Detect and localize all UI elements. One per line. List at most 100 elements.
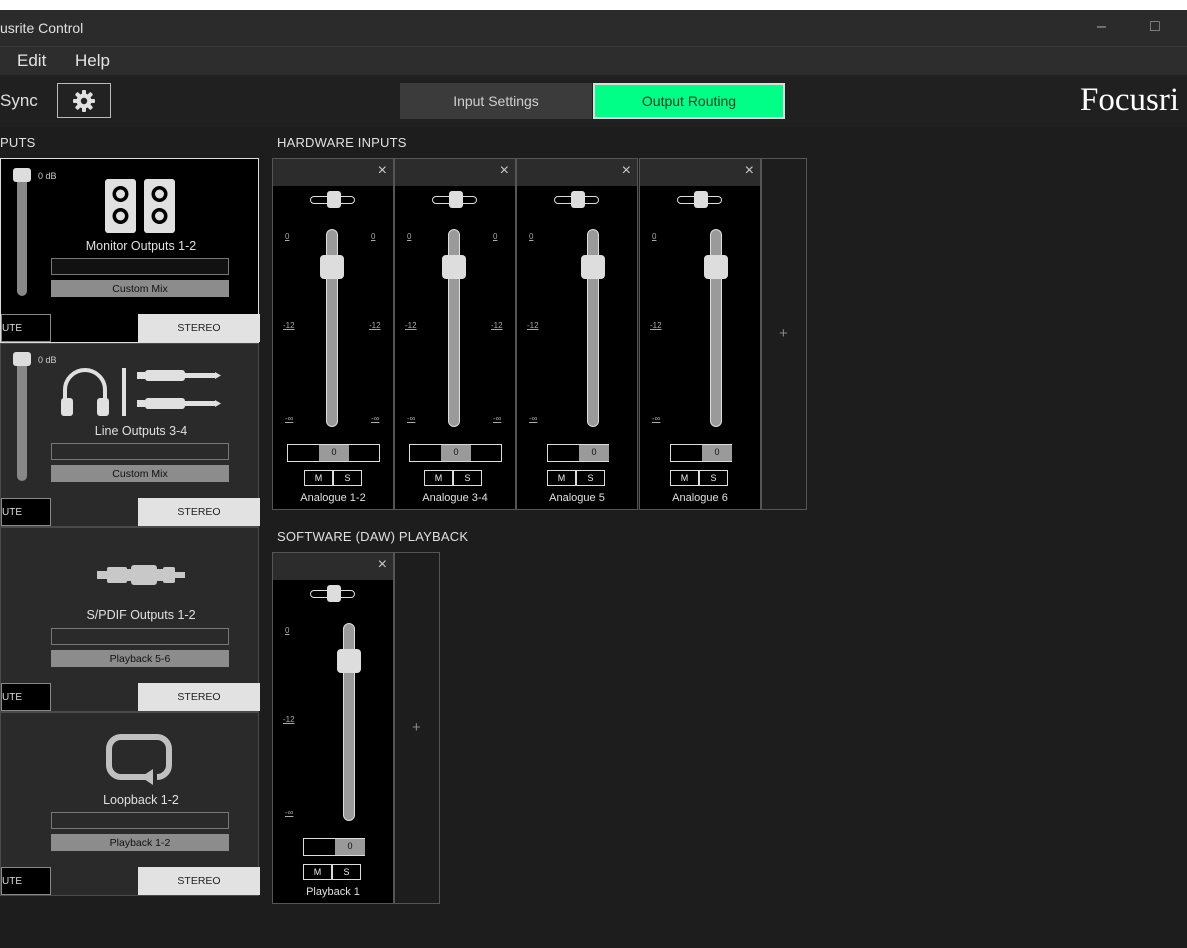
close-icon[interactable]: ×: [500, 163, 509, 179]
pan-slider[interactable]: [677, 191, 722, 208]
window-title: usrite Control: [0, 20, 84, 36]
stereo-button[interactable]: STEREO: [138, 314, 260, 342]
pan-knob[interactable]: [327, 191, 341, 208]
output-block-line[interactable]: 0 dB Line Outputs 3-4 Custom Mix UTE STE…: [0, 343, 260, 527]
mute-toggle[interactable]: M: [670, 470, 699, 486]
speaker-icon: [105, 179, 175, 233]
solo-toggle[interactable]: S: [332, 864, 361, 880]
mute-solo-group: MS: [424, 470, 484, 486]
volume-fader-knob[interactable]: [581, 255, 605, 279]
add-playback-button[interactable]: +: [412, 719, 421, 736]
tab-output-routing[interactable]: Output Routing: [593, 83, 785, 119]
stereo-button[interactable]: STEREO: [138, 498, 260, 526]
mixer-strip[interactable]: × 0 -12 -∞ 0 -12 -∞ 0 M S Analogue 1-2: [272, 158, 394, 510]
pan-knob[interactable]: [327, 585, 341, 602]
menu-help[interactable]: Help: [75, 51, 110, 71]
scale-label: -∞: [285, 414, 294, 423]
output-name: Line Outputs 3-4: [94, 424, 188, 438]
close-icon[interactable]: ×: [745, 163, 754, 179]
level-value: 0: [714, 447, 720, 457]
pan-knob[interactable]: [571, 191, 585, 208]
solo-toggle[interactable]: S: [333, 470, 362, 486]
stereo-button[interactable]: STEREO: [138, 683, 260, 711]
mute-toggle[interactable]: M: [424, 470, 453, 486]
level-value: 0: [453, 447, 459, 457]
mixer-strip[interactable]: × 0 -12 -∞ 0 M S Analogue 5: [516, 158, 638, 510]
output-block-spdif[interactable]: S/PDIF Outputs 1-2 Playback 5-6 UTE STER…: [0, 527, 260, 712]
output-source-select[interactable]: Playback 1-2: [51, 834, 229, 851]
strip-name: Analogue 5: [549, 492, 605, 504]
mixer-strip[interactable]: × 0 -12 -∞ 0 M S Playback 1: [272, 552, 394, 904]
mixer-strip[interactable]: × 0 -12 -∞ 0 -12 -∞ 0 M S Analogue 3-4: [394, 158, 516, 510]
output-fader-knob[interactable]: [13, 352, 31, 366]
output-source-select[interactable]: Playback 5-6: [51, 650, 229, 667]
scale-label: 0: [529, 232, 534, 241]
settings-button[interactable]: [57, 83, 111, 118]
output-meter: [51, 443, 229, 460]
loopback-icon: [106, 734, 172, 785]
mixer-strip[interactable]: × 0 -12 -∞ 0 M S Analogue 6: [639, 158, 761, 510]
level-display[interactable]: 0: [303, 838, 365, 856]
volume-fader-knob[interactable]: [337, 649, 361, 673]
close-icon[interactable]: ×: [622, 163, 631, 179]
pan-knob[interactable]: [694, 191, 708, 208]
pan-slider[interactable]: [310, 585, 355, 602]
level-display[interactable]: 0: [547, 444, 609, 462]
level-display[interactable]: 0: [287, 444, 380, 462]
minimize-button[interactable]: –: [1097, 18, 1106, 36]
volume-fader-knob[interactable]: [320, 255, 344, 279]
pan-knob[interactable]: [449, 191, 463, 208]
scale-label: -∞: [407, 414, 416, 423]
pan-slider[interactable]: [310, 191, 355, 208]
menu-edit[interactable]: Edit: [17, 51, 46, 71]
maximize-button[interactable]: □: [1150, 18, 1160, 36]
mute-button[interactable]: UTE: [1, 867, 51, 895]
add-hardware-input-column[interactable]: +: [761, 158, 807, 510]
mute-solo-group: MS: [670, 470, 730, 486]
close-icon[interactable]: ×: [378, 557, 387, 573]
mute-button[interactable]: UTE: [1, 314, 51, 342]
strip-header: [273, 159, 393, 186]
scale-label: -12: [405, 321, 417, 330]
spdif-cable-icon: [97, 565, 185, 585]
add-playback-column[interactable]: +: [394, 552, 440, 904]
level-display[interactable]: 0: [670, 444, 732, 462]
output-fader-knob[interactable]: [13, 168, 31, 182]
output-source-select[interactable]: Custom Mix: [51, 465, 229, 482]
output-fader[interactable]: [17, 354, 27, 481]
volume-fader-knob[interactable]: [442, 255, 466, 279]
sync-status: Sync: [0, 91, 38, 110]
solo-toggle[interactable]: S: [576, 470, 605, 486]
mute-toggle[interactable]: M: [303, 864, 332, 880]
mute-button[interactable]: UTE: [1, 498, 51, 526]
strip-name: Playback 1: [306, 886, 360, 898]
volume-fader-knob[interactable]: [704, 255, 728, 279]
close-icon[interactable]: ×: [378, 163, 387, 179]
level-value: 0: [347, 841, 353, 851]
mute-button[interactable]: UTE: [1, 683, 51, 711]
output-block-loopback[interactable]: Loopback 1-2 Playback 1-2 UTE STEREO: [0, 712, 260, 896]
output-name: Monitor Outputs 1-2: [85, 239, 197, 253]
scale-label: -∞: [652, 414, 661, 423]
strip-name: Analogue 3-4: [422, 492, 488, 504]
gear-icon: [73, 89, 95, 112]
output-source-select[interactable]: Custom Mix: [51, 280, 229, 297]
output-db: 0 dB: [38, 171, 57, 181]
stereo-button[interactable]: STEREO: [138, 867, 260, 895]
add-input-button[interactable]: +: [779, 325, 788, 342]
scale-label: 0: [652, 232, 657, 241]
mute-solo-group: MS: [304, 470, 364, 486]
pan-slider[interactable]: [432, 191, 477, 208]
solo-toggle[interactable]: S: [699, 470, 728, 486]
pan-slider[interactable]: [554, 191, 599, 208]
output-meter: [51, 628, 229, 645]
strip-name: Analogue 1-2: [300, 492, 366, 504]
tab-input-settings[interactable]: Input Settings: [400, 83, 592, 119]
output-block-monitor[interactable]: 0 dB Monitor Outputs 1-2 Custom Mix UTE …: [0, 158, 260, 343]
mute-toggle[interactable]: M: [304, 470, 333, 486]
mute-toggle[interactable]: M: [547, 470, 576, 486]
solo-toggle[interactable]: S: [453, 470, 482, 486]
output-fader[interactable]: [17, 171, 27, 296]
output-meter: [51, 258, 229, 275]
level-display[interactable]: 0: [409, 444, 502, 462]
